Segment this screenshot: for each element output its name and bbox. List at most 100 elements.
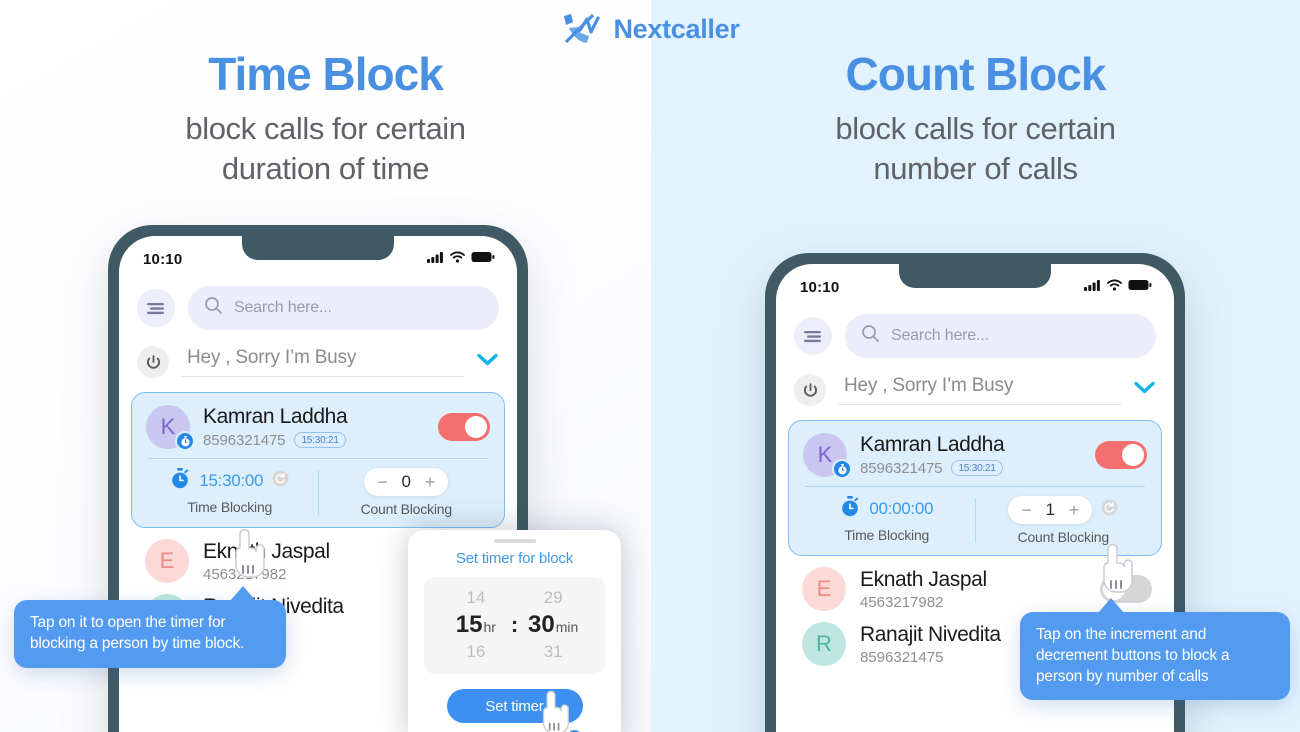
left-panel-subtitle: block calls for certain duration of time <box>0 109 651 190</box>
count-blocking-section[interactable]: − 1 + Count Blocking <box>980 496 1148 545</box>
search-placeholder: Search here... <box>234 299 332 316</box>
power-icon[interactable] <box>137 346 169 378</box>
contact-phone: 8596321475 <box>860 459 943 477</box>
power-icon[interactable] <box>794 374 826 406</box>
hamburger-menu-icon[interactable] <box>137 289 175 327</box>
avatar: K <box>146 405 195 451</box>
contact-name: Eknath Jaspal <box>860 568 987 592</box>
active-contact-card-right[interactable]: K Kamran Laddha 8596321475 15:30:21 00:0… <box>788 420 1162 556</box>
card-top-row: K Kamran Laddha 8596321475 15:30:21 <box>803 433 1147 479</box>
brand-name: Nextcaller <box>613 13 740 44</box>
search-input[interactable]: Search here... <box>845 314 1156 358</box>
time-picker[interactable]: 14 15 hr 16 : 29 30 min 31 <box>424 577 605 674</box>
hour-prev-value: 14 <box>466 588 486 607</box>
tooltip-time-block: Tap on it to open the timer for blocking… <box>14 586 286 668</box>
count-stepper-row: − 1 + <box>1008 496 1118 524</box>
cursor-time-blocking <box>228 528 270 585</box>
block-toggle[interactable] <box>1095 441 1147 469</box>
avatar-letter: R <box>816 631 832 656</box>
quantity-stepper[interactable]: − 0 + <box>364 468 449 496</box>
picker-separator: : <box>510 612 519 637</box>
contact-subline: 8596321475 15:30:21 <box>860 460 1082 477</box>
status-message-field[interactable]: Hey , Sorry I’m Busy <box>838 375 1121 405</box>
card-top-row: K Kamran Laddha 8596321475 15:30:21 <box>146 405 490 451</box>
cursor-set-timer: 2 <box>536 690 582 732</box>
sheet-title: Set timer for block <box>455 550 574 567</box>
tooltip-text: Tap on it to open the timer for blocking… <box>30 614 245 652</box>
tooltip-count-block: Tap on the increment and decrement butto… <box>1020 598 1290 701</box>
card-vertical-divider <box>974 498 976 543</box>
avatar-letter: K <box>160 414 176 439</box>
card-bottom-row: 00:00:00 Time Blocking − 1 + Count Block… <box>803 496 1147 545</box>
time-blocking-value-row: 00:00:00 <box>840 496 933 522</box>
time-blocking-section[interactable]: 15:30:00 Time Blocking <box>146 468 314 517</box>
decrement-button[interactable]: − <box>377 473 388 491</box>
increment-button[interactable]: + <box>1069 501 1080 519</box>
battery-full-icon <box>471 250 495 268</box>
reset-icon[interactable] <box>272 470 289 492</box>
stopwatch-icon <box>832 459 852 479</box>
contact-name: Kamran Laddha <box>203 405 348 429</box>
chevron-down-icon[interactable] <box>476 352 499 372</box>
tooltip-text: Tap on the increment and decrement butto… <box>1036 626 1230 685</box>
avatar-letter: E <box>816 576 832 601</box>
search-icon <box>861 324 880 348</box>
search-placeholder: Search here... <box>891 327 989 344</box>
avatar: E <box>802 567 846 611</box>
hour-picker-column[interactable]: 14 15 hr 16 <box>445 588 507 662</box>
left-panel-heading: Time Block block calls for certain durat… <box>0 48 651 189</box>
crossed-phone-icon <box>560 12 602 46</box>
search-input[interactable]: Search here... <box>188 286 499 330</box>
left-subtitle-line-2: duration of time <box>221 151 430 187</box>
phone-notch <box>899 264 1051 288</box>
wifi-icon <box>450 250 465 268</box>
time-blocking-section[interactable]: 00:00:00 Time Blocking <box>803 496 971 545</box>
page-title-count-block: Count Block <box>845 48 1107 100</box>
count-blocking-section[interactable]: − 0 + Count Blocking <box>323 468 491 517</box>
quantity-stepper[interactable]: − 1 + <box>1008 496 1093 524</box>
active-contact-card-left[interactable]: K Kamran Laddha 8596321475 15:30:21 15:3… <box>131 392 505 528</box>
stopwatch-icon <box>840 496 860 522</box>
minute-next-value: 31 <box>543 642 563 661</box>
brand-header: Nextcaller <box>0 12 1300 46</box>
sheet-grab-handle[interactable] <box>493 539 536 543</box>
avatar-letter: E <box>159 548 175 573</box>
screenshot-stage: Nextcaller Time Block block calls for ce… <box>0 0 1300 732</box>
block-toggle[interactable] <box>438 413 490 441</box>
right-panel-subtitle: block calls for certain number of calls <box>651 109 1300 190</box>
hour-next-value: 16 <box>466 642 486 661</box>
increment-button[interactable]: + <box>425 473 436 491</box>
toggle-knob <box>1122 444 1144 466</box>
hour-value: 15 <box>455 611 483 638</box>
tooltip-tail <box>1098 598 1124 613</box>
cellular-signal-icon <box>1084 278 1101 296</box>
contact-phone: 4563217982 <box>860 593 944 611</box>
status-time: 10:10 <box>143 250 183 268</box>
minute-prev-value: 29 <box>543 588 563 607</box>
minute-picker-column[interactable]: 29 30 min 31 <box>522 588 584 662</box>
reset-icon[interactable] <box>1101 499 1118 521</box>
chevron-down-icon[interactable] <box>1133 380 1156 400</box>
contact-info: Eknath Jaspal 4563217982 <box>860 567 1086 610</box>
hour-unit: hr <box>483 619 496 635</box>
left-subtitle-line-1: block calls for certain <box>185 110 466 146</box>
status-message-field[interactable]: Hey , Sorry I’m Busy <box>181 347 464 377</box>
tooltip-tail <box>230 586 256 601</box>
hamburger-menu-icon[interactable] <box>794 317 832 355</box>
right-subtitle-line-2: number of calls <box>873 151 1078 187</box>
contact-phone: 8596321475 <box>203 431 286 449</box>
card-vertical-divider <box>317 470 319 515</box>
right-subtitle-line-1: block calls for certain <box>835 110 1116 146</box>
set-timer-sheet[interactable]: Set timer for block 14 15 hr 16 : 29 30 mi… <box>408 530 621 732</box>
status-indicators <box>1084 278 1152 296</box>
count-blocking-label: Count Blocking <box>360 501 453 517</box>
card-divider <box>805 486 1145 487</box>
count-value: 1 <box>1045 500 1055 519</box>
minute-value: 30 <box>528 611 555 638</box>
status-badge: 15:30:21 <box>951 460 1003 477</box>
avatar: R <box>802 622 846 666</box>
hour-selected: 15 hr <box>456 611 496 639</box>
decrement-button[interactable]: − <box>1021 501 1032 519</box>
left-top-row: Search here... <box>119 276 517 330</box>
contact-name: Kamran Laddha <box>860 433 1005 457</box>
